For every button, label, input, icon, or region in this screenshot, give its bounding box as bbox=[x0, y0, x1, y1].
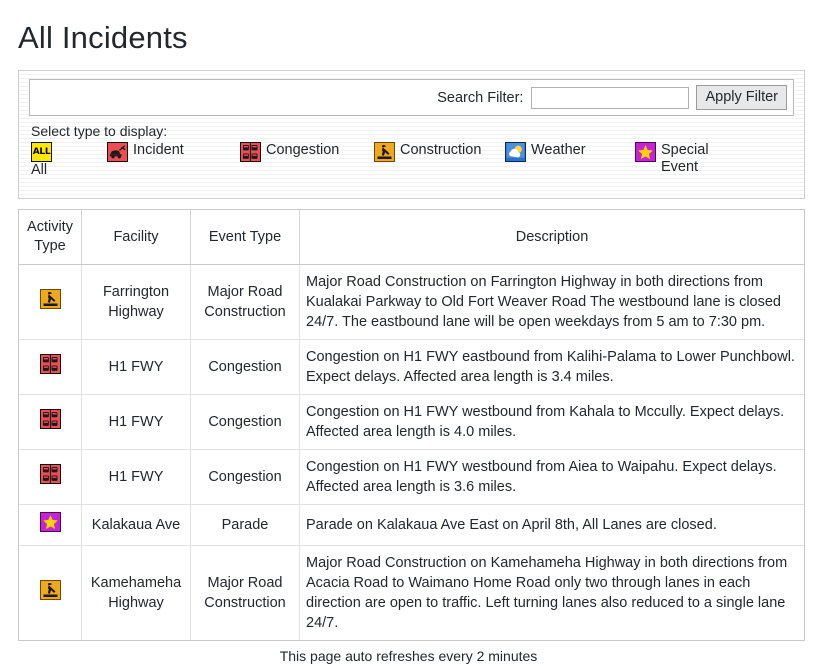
incidents-table-body: Farrington Highway Major Road Constructio… bbox=[19, 264, 804, 640]
type-filter-congestion-label: Congestion bbox=[266, 142, 340, 158]
table-row[interactable]: Farrington Highway Major Road Constructio… bbox=[19, 264, 804, 340]
cell-activity-type bbox=[19, 449, 82, 505]
congestion-icon bbox=[39, 354, 61, 374]
cell-event-type: Congestion bbox=[190, 339, 300, 395]
cell-event-type: Major Road Construction bbox=[190, 545, 300, 640]
incidents-table: Activity Type Facility Event Type Descri… bbox=[19, 210, 804, 640]
cell-activity-type bbox=[19, 264, 82, 340]
construction-icon bbox=[39, 289, 61, 309]
table-row[interactable]: H1 FWY Congestion Congestion on H1 FWY wes… bbox=[19, 449, 804, 505]
type-filter-weather-label: Weather bbox=[531, 142, 586, 158]
cell-facility: Farrington Highway bbox=[81, 264, 191, 340]
type-filter-incident[interactable]: Incident bbox=[107, 142, 184, 162]
incidents-table-container: Activity Type Facility Event Type Descri… bbox=[18, 209, 805, 641]
cell-activity-type bbox=[19, 394, 82, 450]
cell-description: Parade on Kalakaua Ave East on April 8th… bbox=[299, 504, 804, 546]
cell-facility: Kamehameha Highway bbox=[81, 545, 191, 640]
table-row[interactable]: H1 FWY Congestion Congestion on H1 FWY eas… bbox=[19, 339, 804, 395]
type-filter-all-label: All bbox=[31, 162, 48, 178]
construction-icon bbox=[39, 580, 61, 600]
table-header-row: Activity Type Facility Event Type Descri… bbox=[19, 210, 804, 265]
search-input[interactable] bbox=[531, 86, 690, 109]
cell-description: Congestion on H1 FWY eastbound from Kali… bbox=[299, 339, 804, 395]
cell-description: Major Road Construction on Kamehameha Hi… bbox=[306, 555, 788, 631]
search-filter-label: Search Filter: bbox=[437, 89, 524, 106]
cell-facility: H1 FWY bbox=[81, 449, 191, 505]
type-filter-incident-label: Incident bbox=[133, 142, 184, 158]
auto-refresh-note: This page auto refreshes every 2 minutes bbox=[279, 648, 538, 664]
cell-activity-type bbox=[19, 504, 82, 546]
column-header-activity-type[interactable]: Activity Type bbox=[19, 210, 82, 265]
search-filter-row: Search Filter: Apply Filter bbox=[29, 79, 794, 116]
type-filter-congestion[interactable]: Congestion bbox=[240, 142, 339, 162]
apply-filter-button[interactable]: Apply Filter bbox=[696, 85, 787, 110]
select-type-label: Select type to display: bbox=[31, 123, 168, 139]
cell-activity-type bbox=[19, 545, 82, 640]
cell-description: Congestion on H1 FWY westbound from Kaha… bbox=[299, 394, 804, 450]
type-filter-all[interactable]: ALL All bbox=[31, 142, 52, 179]
all-icon: ALL bbox=[31, 142, 52, 162]
type-filter-special-event-label: Special Event bbox=[661, 142, 709, 175]
cell-description: Congestion on H1 FWY westbound from Aiea… bbox=[299, 449, 804, 505]
construction-icon bbox=[374, 142, 395, 162]
weather-icon bbox=[505, 142, 526, 162]
page-title: All Incidents bbox=[18, 20, 188, 55]
special-event-icon bbox=[39, 512, 61, 532]
special-event-icon bbox=[635, 142, 656, 162]
cell-event-type: Major Road Construction bbox=[190, 264, 300, 340]
table-row[interactable]: Kalakaua Ave Parade Parade on Kalakaua Ave… bbox=[19, 504, 804, 546]
cell-facility: H1 FWY bbox=[81, 394, 191, 450]
column-header-description[interactable]: Description bbox=[299, 210, 804, 265]
type-filter-weather[interactable]: Weather bbox=[505, 142, 586, 162]
column-header-facility[interactable]: Facility bbox=[81, 210, 191, 265]
incident-type-filter-list: ALL All Incident Congestion Construction… bbox=[29, 142, 794, 192]
congestion-icon bbox=[240, 142, 261, 162]
cell-event-type: Congestion bbox=[190, 394, 300, 450]
type-filter-construction[interactable]: Construction bbox=[374, 142, 482, 162]
cell-facility: Kalakaua Ave bbox=[81, 504, 191, 546]
type-filter-construction-label: Construction bbox=[400, 142, 482, 158]
congestion-icon bbox=[39, 409, 61, 429]
table-row[interactable]: Kamehameha Highway Major Road Constructio… bbox=[19, 545, 804, 640]
cell-facility: H1 FWY bbox=[81, 339, 191, 395]
filter-panel: Search Filter: Apply Filter Select type … bbox=[18, 70, 805, 199]
incident-icon bbox=[107, 142, 128, 162]
cell-description: Major Road Construction on Farrington Hi… bbox=[299, 264, 804, 340]
congestion-icon bbox=[39, 464, 61, 484]
cell-event-type: Parade bbox=[190, 504, 300, 546]
table-row[interactable]: H1 FWY Congestion Congestion on H1 FWY wes… bbox=[19, 394, 804, 450]
cell-event-type: Congestion bbox=[190, 449, 300, 505]
type-filter-special-event[interactable]: Special Event bbox=[635, 142, 717, 176]
cell-activity-type bbox=[19, 339, 82, 395]
column-header-event-type[interactable]: Event Type bbox=[190, 210, 300, 265]
